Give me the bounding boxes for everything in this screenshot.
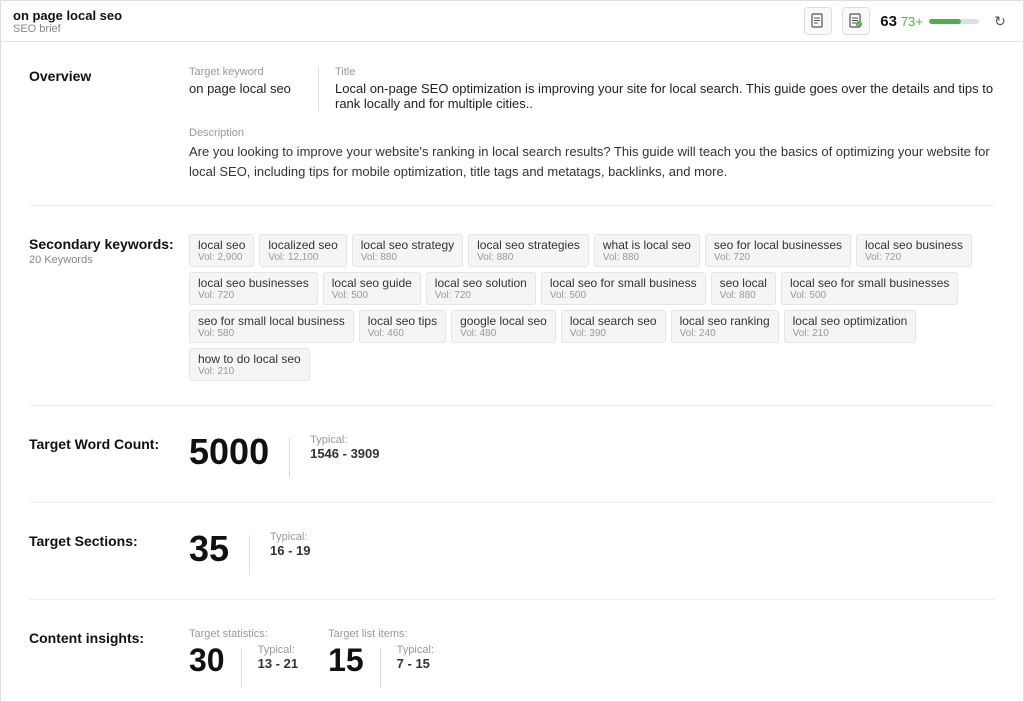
target-sections-divider (249, 535, 250, 575)
word-count-content: 5000 Typical: 1546 - 3909 (189, 434, 995, 478)
stats-group: Target statistics: 30 Typical: 13 - 21 (189, 628, 298, 688)
top-bar-right: ✓ 63 73+ ↻ (804, 7, 1011, 35)
keyword-tag: local seo for small businessVol: 500 (541, 272, 706, 305)
icon-btn-1[interactable] (804, 7, 832, 35)
content-insights-row: Target statistics: 30 Typical: 13 - 21 T… (189, 628, 995, 688)
target-keyword-value: on page local seo (189, 81, 302, 96)
stats-typical: Typical: 13 - 21 (258, 644, 298, 671)
keyword-tag: local seo optimizationVol: 210 (784, 310, 917, 343)
keyword-tag: local seo strategyVol: 880 (352, 234, 463, 267)
word-count-typical-value: 1546 - 3909 (310, 446, 379, 461)
keyword-tag: what is local seoVol: 880 (594, 234, 700, 267)
description-label: Description (189, 127, 995, 139)
keyword-tag: local seo rankingVol: 240 (671, 310, 779, 343)
word-count-typical: Typical: 1546 - 3909 (310, 434, 379, 461)
stats-typical-value: 13 - 21 (258, 656, 298, 671)
word-count-typical-label: Typical: (310, 434, 379, 446)
keywords-container: local seoVol: 2,900localized seoVol: 12,… (189, 234, 995, 381)
overview-col-right: Title Local on-page SEO optimization is … (335, 66, 995, 111)
app-window: on page local seo SEO brief (0, 0, 1024, 702)
description-area: Description Are you looking to improve y… (189, 127, 995, 181)
main-content: Overview Target keyword on page local se… (1, 42, 1023, 701)
content-insights-section: Content insights: Target statistics: 30 … (29, 628, 995, 701)
keyword-tag: local seo guideVol: 500 (323, 272, 421, 305)
target-sections-section: Target Sections: 35 Typical: 16 - 19 (29, 531, 995, 600)
overview-col-left: Target keyword on page local seo (189, 66, 319, 111)
list-group: Target list items: 15 Typical: 7 - 15 (328, 628, 434, 688)
word-count-divider (289, 438, 290, 478)
word-count-section: Target Word Count: 5000 Typical: 1546 - … (29, 434, 995, 503)
keyword-tag: local seo businessVol: 720 (856, 234, 972, 267)
stats-value: 30 (189, 644, 225, 676)
keyword-tag: local seo tipsVol: 460 (359, 310, 446, 343)
keyword-tag: local seo solutionVol: 720 (426, 272, 536, 305)
keyword-tag: google local seoVol: 480 (451, 310, 556, 343)
target-sections-typical-label: Typical: (270, 531, 310, 543)
list-value: 15 (328, 644, 364, 676)
score-secondary: 73+ (901, 14, 923, 29)
score-bar (929, 19, 979, 24)
keyword-tag: localized seoVol: 12,100 (259, 234, 346, 267)
keyword-tag: local seoVol: 2,900 (189, 234, 254, 267)
document-icon-1 (810, 13, 826, 29)
secondary-keywords-section: Secondary keywords: 20 Keywords local se… (29, 234, 995, 406)
word-count-row: 5000 Typical: 1546 - 3909 (189, 434, 995, 478)
title-label: Title (335, 66, 995, 78)
keyword-tag: local search seoVol: 390 (561, 310, 666, 343)
stats-divider (241, 648, 242, 688)
top-bar-left: on page local seo SEO brief (13, 8, 122, 35)
keywords-count: 20 Keywords (29, 254, 189, 266)
list-typical: Typical: 7 - 15 (397, 644, 434, 671)
score-main: 63 (880, 13, 897, 30)
score-numbers: 63 73+ (880, 13, 923, 30)
description-value: Are you looking to improve your website'… (189, 142, 995, 181)
content-insights-label: Content insights: (29, 628, 189, 688)
keyword-tag: seo localVol: 880 (711, 272, 776, 305)
keyword-tag: local seo businessesVol: 720 (189, 272, 318, 305)
keyword-tag: local seo strategiesVol: 880 (468, 234, 589, 267)
list-typical-label: Typical: (397, 644, 434, 656)
stats-inner: 30 Typical: 13 - 21 (189, 644, 298, 688)
list-typical-value: 7 - 15 (397, 656, 434, 671)
stats-typical-label: Typical: (258, 644, 298, 656)
target-sections-typical: Typical: 16 - 19 (270, 531, 310, 558)
keywords-content: local seoVol: 2,900localized seoVol: 12,… (189, 234, 995, 381)
list-inner: 15 Typical: 7 - 15 (328, 644, 434, 688)
page-subtitle: SEO brief (13, 23, 122, 35)
svg-text:✓: ✓ (858, 22, 861, 27)
document-icon-2: ✓ (848, 13, 864, 29)
overview-label: Overview (29, 66, 189, 181)
icon-btn-2[interactable]: ✓ (842, 7, 870, 35)
score-container: 63 73+ (880, 13, 979, 30)
list-divider (380, 648, 381, 688)
score-bar-fill (929, 19, 961, 24)
target-sections-content: 35 Typical: 16 - 19 (189, 531, 995, 575)
secondary-keywords-label: Secondary keywords: 20 Keywords (29, 234, 189, 381)
title-value: Local on-page SEO optimization is improv… (335, 81, 995, 111)
content-insights-content: Target statistics: 30 Typical: 13 - 21 T… (189, 628, 995, 688)
stats-label: Target statistics: (189, 628, 298, 640)
list-label: Target list items: (328, 628, 434, 640)
word-count-value: 5000 (189, 434, 269, 470)
top-bar: on page local seo SEO brief (1, 1, 1023, 42)
overview-grid: Target keyword on page local seo Title L… (189, 66, 995, 111)
target-keyword-label: Target keyword (189, 66, 302, 78)
keyword-tag: seo for local businessesVol: 720 (705, 234, 851, 267)
word-count-label: Target Word Count: (29, 434, 189, 478)
keyword-tag: local seo for small businessesVol: 500 (781, 272, 958, 305)
overview-content: Target keyword on page local seo Title L… (189, 66, 995, 181)
keyword-tag: how to do local seoVol: 210 (189, 348, 310, 381)
refresh-button[interactable]: ↻ (989, 10, 1011, 32)
target-sections-value: 35 (189, 531, 229, 567)
target-sections-row: 35 Typical: 16 - 19 (189, 531, 995, 575)
target-sections-label: Target Sections: (29, 531, 189, 575)
overview-section: Overview Target keyword on page local se… (29, 66, 995, 206)
page-title: on page local seo (13, 8, 122, 23)
keyword-tag: seo for small local businessVol: 580 (189, 310, 354, 343)
target-sections-typical-value: 16 - 19 (270, 543, 310, 558)
